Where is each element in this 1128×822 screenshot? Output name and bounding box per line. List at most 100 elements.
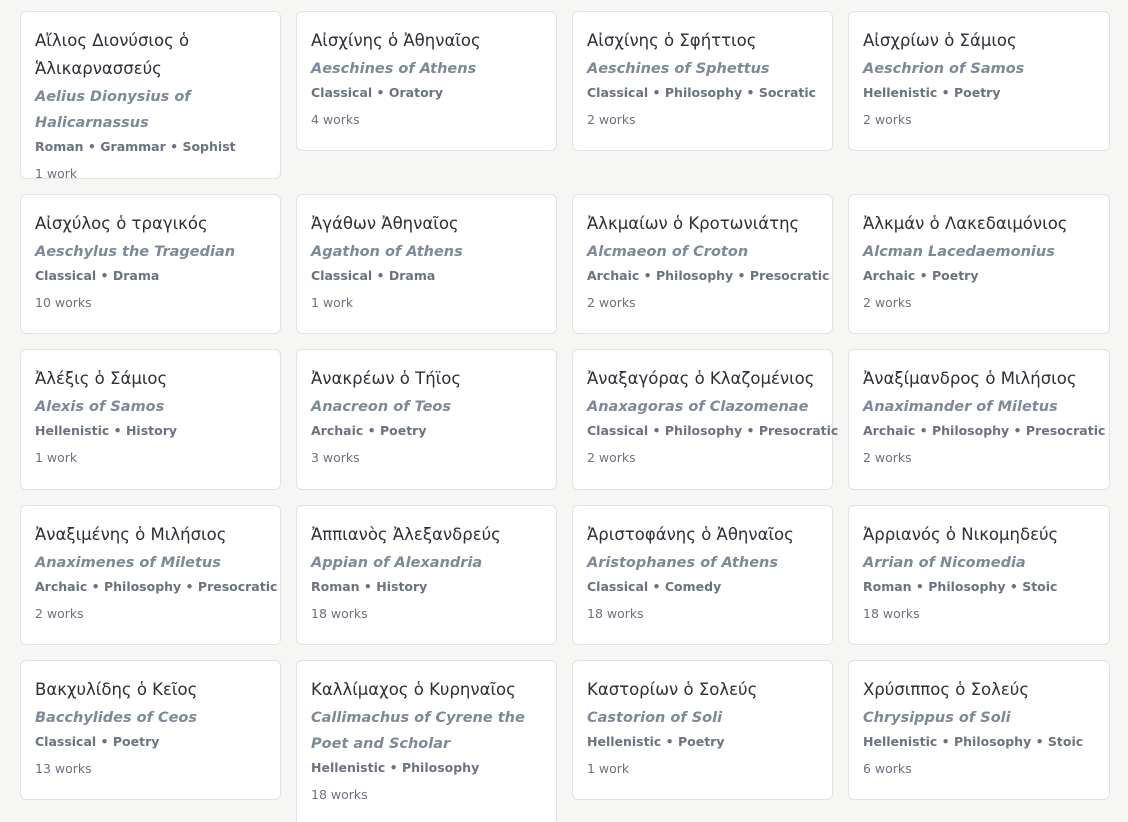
author-card[interactable]: Βακχυλίδης ὁ Κεῖος Bacchylides of Ceos C… [20,660,281,800]
author-tags: Hellenistic • Poetry [863,85,1001,100]
author-work-count: 1 work [311,295,354,310]
author-tags: Archaic • Philosophy • Presocratic [587,268,830,283]
author-work-count: 1 work [35,166,78,181]
author-work-count: 1 work [587,761,630,776]
author-greek-name: Ἀναξαγόρας ὁ Κλαζομένιος [587,369,815,388]
author-tags: Classical • Comedy [587,579,722,594]
author-work-count: 13 works [35,761,92,776]
author-card[interactable]: Ἀνακρέων ὁ Τήϊος Anacreon of Teos Archai… [296,349,557,490]
author-tags: Roman • Grammar • Sophist [35,139,236,154]
author-english-name: Alcmaeon of Croton [587,244,749,260]
author-tags: Archaic • Poetry [863,268,979,283]
author-greek-name: Αἰσχίνης ὁ Ἀθηναῖος [311,31,481,50]
author-greek-name: Ἀναξίμανδρος ὁ Μιλήσιος [863,369,1077,388]
author-greek-name: Ἀλκμάν ὁ Λακεδαιμόνιος [863,214,1068,233]
author-english-name: Aelius Dionysius of Halicarnassus [35,89,191,131]
author-work-count: 2 works [863,450,912,465]
author-tags: Hellenistic • Philosophy • Stoic [863,734,1084,749]
author-english-name: Arrian of Nicomedia [863,555,1026,571]
author-english-name: Agathon of Athens [311,244,463,260]
author-greek-name: Χρύσιππος ὁ Σολεύς [863,680,1030,699]
author-card[interactable]: Αἰσχίνης ὁ Ἀθηναῖος Aeschines of Athens … [296,11,557,151]
author-english-name: Anacreon of Teos [311,399,452,415]
author-work-count: 2 works [587,295,636,310]
author-tags: Classical • Drama [35,268,160,283]
author-card[interactable]: Ἀριστοφάνης ὁ Ἀθηναῖος Aristophanes of A… [572,505,833,645]
author-english-name: Alexis of Samos [35,399,165,415]
author-english-name: Alcman Lacedaemonius [863,244,1055,260]
author-work-count: 2 works [587,112,636,127]
author-tags: Archaic • Poetry [311,423,427,438]
author-card[interactable]: Αἴλιος Διονύσιος ὁ Ἁλικαρνασσεύς Aelius … [20,11,281,181]
author-card[interactable]: Χρύσιππος ὁ Σολεύς Chrysippus of Soli He… [848,660,1110,800]
author-tags: Hellenistic • History [35,423,178,438]
author-work-count: 18 works [863,606,920,621]
author-work-count: 18 works [587,606,644,621]
author-work-count: 4 works [311,112,360,127]
author-work-count: 1 work [35,450,78,465]
author-english-name: Anaximander of Miletus [863,399,1058,415]
author-greek-name: Ἀλκμαίων ὁ Κροτωνιάτης [587,214,800,233]
author-english-name: Aeschines of Athens [311,61,477,77]
author-english-name: Appian of Alexandria [311,555,483,571]
author-card[interactable]: Ἀρριανός ὁ Νικομηδεύς Arrian of Nicomedi… [848,505,1110,645]
author-work-count: 18 works [311,606,368,621]
author-english-name: Callimachus of Cyrene the Poet and Schol… [311,710,525,752]
author-tags: Archaic • Philosophy • Presocratic [35,579,278,594]
author-greek-name: Ἀλέξις ὁ Σάμιος [35,369,168,388]
author-card[interactable]: Ἀλκμάν ὁ Λακεδαιμόνιος Alcman Lacedaemon… [848,194,1110,334]
author-card[interactable]: Καστορίων ὁ Σολεύς Castorion of Soli Hel… [572,660,833,800]
author-work-count: 2 works [863,112,912,127]
author-english-name: Castorion of Soli [587,710,723,726]
author-tags: Classical • Poetry [35,734,160,749]
author-greek-name: Αἰσχρίων ὁ Σάμιος [863,31,1017,50]
author-greek-name: Αἰσχύλος ὁ τραγικός [35,214,208,233]
author-greek-name: Ἀππιανὸς Ἀλεξανδρεύς [311,525,501,544]
author-card[interactable]: Ἀλκμαίων ὁ Κροτωνιάτης Alcmaeon of Croto… [572,194,833,334]
author-work-count: 6 works [863,761,912,776]
author-grid: Αἴλιος Διονύσιος ὁ Ἁλικαρνασσεύς Aelius … [0,0,1128,822]
author-tags: Hellenistic • Poetry [587,734,725,749]
author-greek-name: Αἰσχίνης ὁ Σφήττιος [587,31,757,50]
author-greek-name: Ἀρριανός ὁ Νικομηδεύς [863,525,1059,544]
author-greek-name: Ἀνακρέων ὁ Τήϊος [311,369,462,388]
author-work-count: 2 works [587,450,636,465]
author-work-count: 3 works [311,450,360,465]
author-tags: Classical • Philosophy • Presocratic [587,423,839,438]
author-greek-name: Βακχυλίδης ὁ Κεῖος [35,680,198,699]
author-card[interactable]: Ἀναξιμένης ὁ Μιλήσιος Anaximenes of Mile… [20,505,281,645]
author-greek-name: Καλλίμαχος ὁ Κυρηναῖος [311,680,516,699]
author-tags: Classical • Oratory [311,85,443,100]
author-english-name: Bacchylides of Ceos [35,710,198,726]
author-tags: Roman • Philosophy • Stoic [863,579,1058,594]
author-english-name: Aristophanes of Athens [587,555,778,571]
author-work-count: 2 works [35,606,84,621]
author-tags: Roman • History [311,579,428,594]
author-tags: Archaic • Philosophy • Presocratic [863,423,1106,438]
author-card[interactable]: Ἀναξίμανδρος ὁ Μιλήσιος Anaximander of M… [848,349,1110,490]
author-english-name: Chrysippus of Soli [863,710,1011,726]
author-english-name: Anaxagoras of Clazomenae [587,399,809,415]
author-tags: Hellenistic • Philosophy [311,760,480,775]
author-tags: Classical • Philosophy • Socratic [587,85,817,100]
author-card[interactable]: Ἀππιανὸς Ἀλεξανδρεύς Appian of Alexandri… [296,505,557,645]
author-english-name: Anaximenes of Miletus [35,555,221,571]
author-greek-name: Ἀναξιμένης ὁ Μιλήσιος [35,525,227,544]
author-english-name: Aeschrion of Samos [863,61,1025,77]
author-card[interactable]: Ἀγάθων Ἀθηναῖος Agathon of Athens Classi… [296,194,557,334]
author-greek-name: Ἀριστοφάνης ὁ Ἀθηναῖος [587,525,794,544]
author-greek-name: Ἀγάθων Ἀθηναῖος [311,214,459,233]
author-card[interactable]: Ἀλέξις ὁ Σάμιος Alexis of Samos Hellenis… [20,349,281,490]
author-tags: Classical • Drama [311,268,436,283]
author-work-count: 2 works [863,295,912,310]
author-card[interactable]: Αἰσχίνης ὁ Σφήττιος Aeschines of Sphettu… [572,11,833,151]
author-card[interactable]: Αἰσχύλος ὁ τραγικός Aeschylus the Traged… [20,194,281,334]
author-card[interactable]: Ἀναξαγόρας ὁ Κλαζομένιος Anaxagoras of C… [572,349,839,490]
author-work-count: 18 works [311,787,368,802]
author-card[interactable]: Καλλίμαχος ὁ Κυρηναῖος Callimachus of Cy… [296,660,557,822]
author-greek-name: Καστορίων ὁ Σολεύς [587,680,758,699]
author-english-name: Aeschylus the Tragedian [35,244,236,260]
author-card[interactable]: Αἰσχρίων ὁ Σάμιος Aeschrion of Samos Hel… [848,11,1110,151]
author-work-count: 10 works [35,295,92,310]
author-english-name: Aeschines of Sphettus [587,61,770,77]
